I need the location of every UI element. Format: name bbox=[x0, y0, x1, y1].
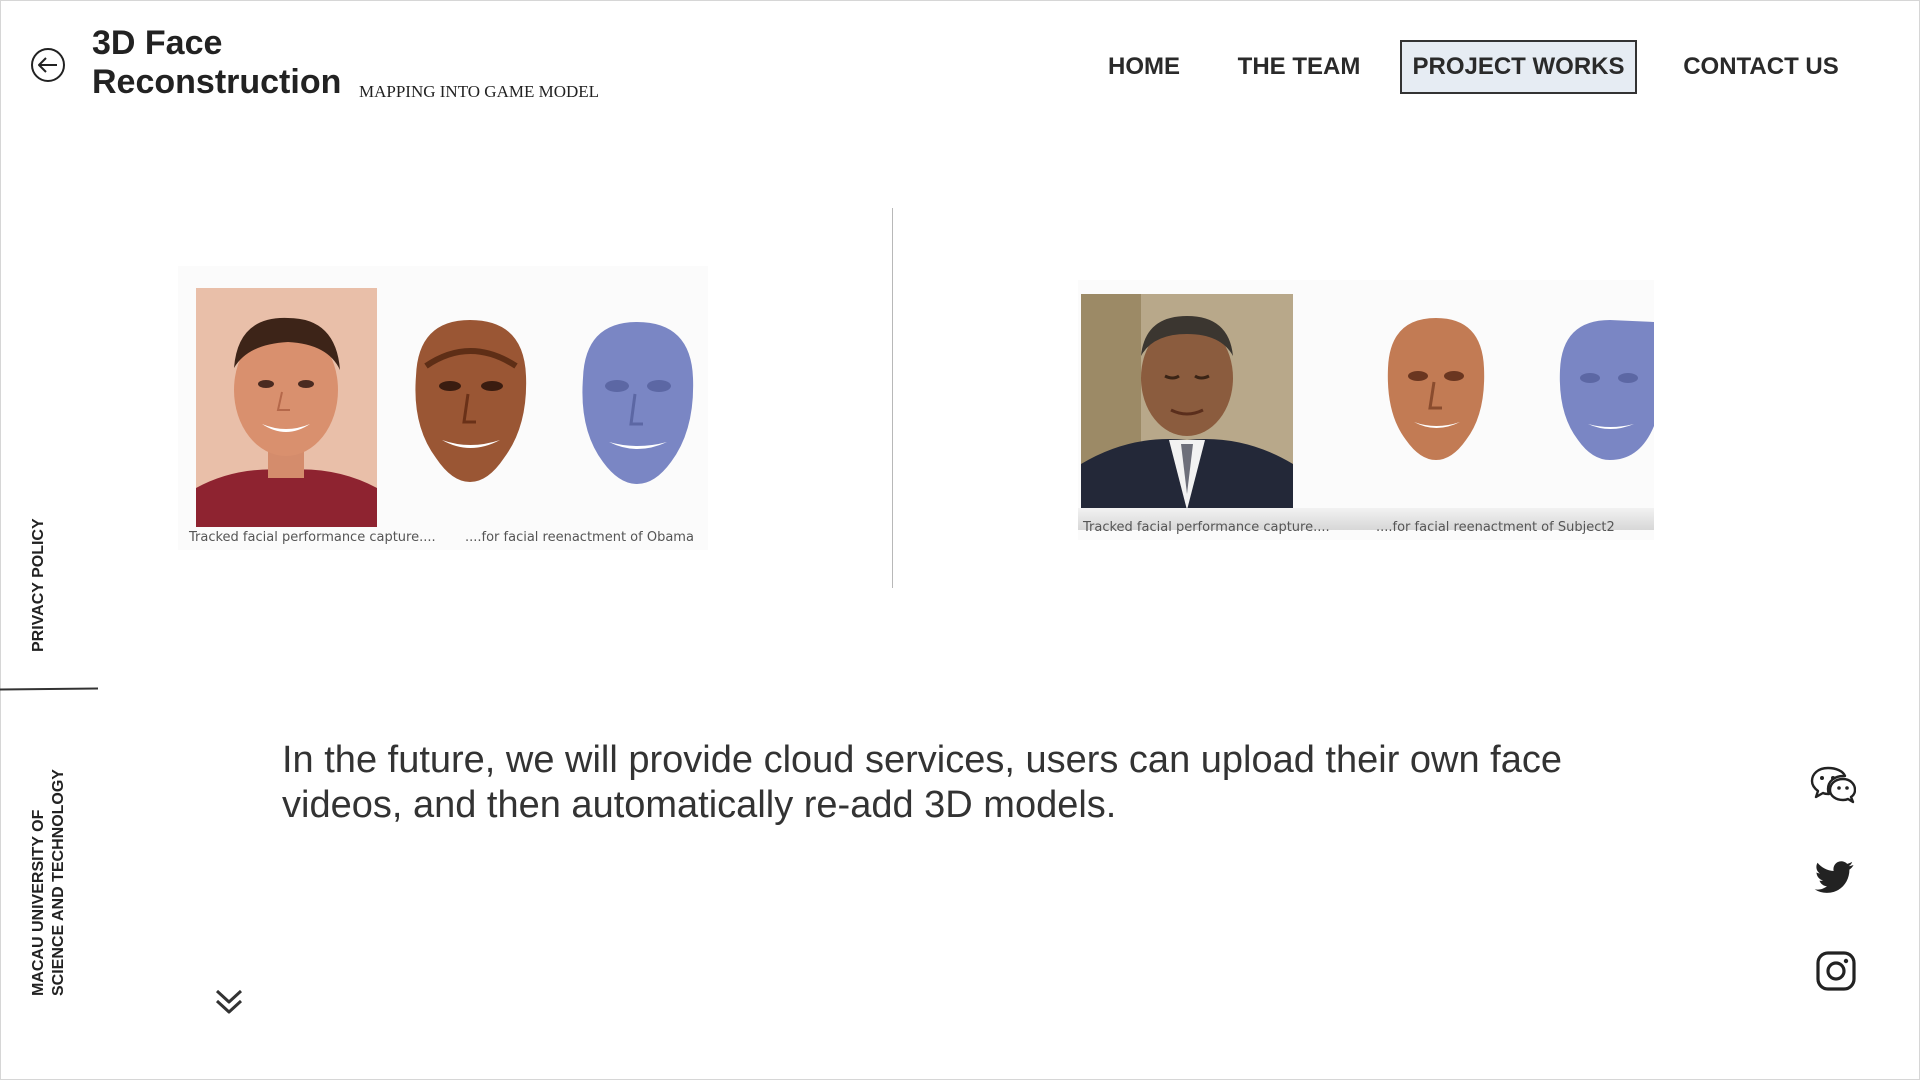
back-arrow-icon[interactable] bbox=[30, 47, 66, 83]
instagram-icon[interactable] bbox=[1813, 948, 1859, 994]
mesh-face-model bbox=[582, 322, 694, 484]
textured-face-model-2 bbox=[1387, 318, 1485, 460]
figure-left: Tracked facial performance capture.... .… bbox=[178, 266, 708, 550]
caption-reenactment-right: ....for facial reenactment of Subject2 bbox=[1376, 520, 1615, 535]
privacy-policy-link[interactable]: PRIVACY POLICY bbox=[30, 518, 48, 652]
mesh-face-model-2 bbox=[1559, 320, 1654, 460]
site-title-line2: Reconstruction bbox=[92, 63, 342, 101]
figure-right: Tracked facial performance capture.... .… bbox=[1078, 280, 1654, 540]
university-line2: SCIENCE AND TECHNOLOGY bbox=[50, 769, 67, 996]
obama-photo bbox=[1081, 294, 1293, 510]
section-divider bbox=[892, 208, 893, 588]
double-chevron-down-icon[interactable] bbox=[214, 985, 244, 1017]
university-line1: MACAU UNIVERSITY OF bbox=[30, 809, 47, 996]
nav-project-works[interactable]: PROJECT WORKS bbox=[1400, 40, 1637, 94]
caption-capture-left: Tracked facial performance capture.... bbox=[189, 530, 436, 545]
caption-reenactment-left: ....for facial reenactment of Obama bbox=[465, 530, 694, 545]
wechat-icon[interactable] bbox=[1810, 762, 1856, 808]
site-title[interactable]: 3D Face Reconstruction bbox=[92, 24, 341, 102]
source-face-photo bbox=[196, 288, 377, 527]
twitter-icon[interactable] bbox=[1813, 857, 1855, 899]
textured-face-model bbox=[415, 320, 527, 482]
nav-home[interactable]: HOME bbox=[1098, 40, 1190, 94]
university-name: MACAU UNIVERSITY OF SCIENCE AND TECHNOLO… bbox=[29, 769, 69, 996]
nav-the-team[interactable]: THE TEAM bbox=[1228, 40, 1370, 94]
nav-contact-us[interactable]: CONTACT US bbox=[1675, 40, 1847, 94]
site-title-line1: 3D Face bbox=[92, 24, 223, 62]
caption-capture-right: Tracked facial performance capture.... bbox=[1083, 520, 1330, 535]
site-subtitle: MAPPING INTO GAME MODEL bbox=[359, 82, 600, 101]
future-plan-text: In the future, we will provide cloud ser… bbox=[282, 739, 1562, 826]
